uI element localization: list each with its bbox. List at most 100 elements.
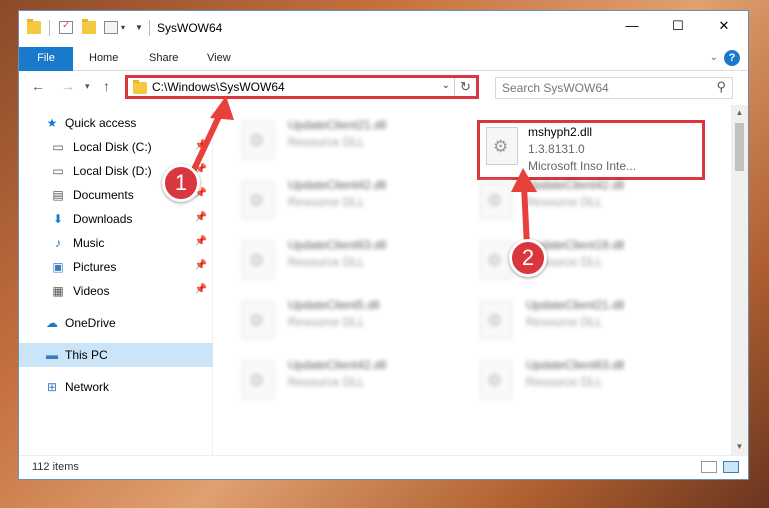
file-item[interactable]: UpdateClient5.dll Resource DLL bbox=[234, 293, 464, 349]
nav-item-downloads[interactable]: ⬇ Downloads 📌 bbox=[19, 207, 213, 231]
properties-icon[interactable] bbox=[59, 20, 73, 34]
back-arrow-icon[interactable]: ← bbox=[31, 78, 45, 94]
file-name: UpdateClient63.dll bbox=[526, 358, 625, 372]
pin-icon: 📌 bbox=[194, 140, 207, 151]
tab-view[interactable]: View bbox=[195, 47, 243, 71]
scroll-thumb[interactable] bbox=[735, 123, 744, 171]
quick-access-menu-icon[interactable] bbox=[104, 21, 118, 34]
file-name: UpdateClient42.dll bbox=[288, 178, 387, 192]
nav-item-label: Pictures bbox=[73, 260, 117, 274]
file-list: UpdateClient21.dll Resource DLL UpdateCl… bbox=[224, 105, 730, 455]
file-name: UpdateClient21.dll bbox=[526, 298, 625, 312]
minimize-button[interactable]: — bbox=[609, 11, 655, 41]
file-item[interactable]: UpdateClient21.dll Resource DLL bbox=[472, 293, 702, 349]
recent-locations-icon[interactable]: ▾ bbox=[85, 81, 90, 92]
nav-item-label: Music bbox=[73, 236, 105, 250]
file-type: Resource DLL bbox=[526, 195, 603, 209]
file-name: UpdateClient21.dll bbox=[288, 118, 387, 132]
nav-item-label: Network bbox=[65, 380, 110, 394]
nav-item-onedrive[interactable]: ☁ OneDrive bbox=[19, 311, 213, 335]
up-arrow-icon[interactable]: ↑ bbox=[103, 78, 110, 94]
customize-toolbar-icon[interactable]: ▼ bbox=[135, 23, 143, 32]
divider bbox=[49, 20, 50, 36]
nav-item-label: Documents bbox=[73, 188, 134, 202]
file-name: UpdateClient63.dll bbox=[288, 238, 387, 252]
drive-icon: ▭ bbox=[52, 164, 64, 178]
tab-file[interactable]: File bbox=[19, 47, 73, 71]
address-bar[interactable]: C:\Windows\SysWOW64 ⌄ ↻ bbox=[125, 75, 479, 99]
drive-icon: ▭ bbox=[52, 140, 64, 154]
file-item[interactable]: UpdateClient42.dll Resource DLL bbox=[234, 353, 464, 409]
forward-arrow-icon[interactable]: → bbox=[61, 78, 75, 94]
item-count: 112 items bbox=[32, 461, 79, 473]
tab-home[interactable]: Home bbox=[77, 47, 130, 71]
file-type: Resource DLL bbox=[288, 255, 365, 269]
file-item[interactable]: UpdateClient21.dll Resource DLL bbox=[234, 113, 464, 169]
vertical-scrollbar[interactable]: ▲ ▼ bbox=[731, 105, 748, 455]
step-badge-2: 2 bbox=[509, 239, 547, 277]
file-item[interactable]: UpdateClient63.dll Resource DLL bbox=[234, 233, 464, 289]
dll-file-icon bbox=[242, 121, 274, 159]
file-name: UpdateClient42.dll bbox=[288, 358, 387, 372]
tab-share[interactable]: Share bbox=[137, 47, 190, 71]
new-folder-icon[interactable] bbox=[82, 19, 96, 34]
step-badge-1: 1 bbox=[162, 164, 200, 202]
expand-ribbon-icon[interactable]: ⌄ bbox=[710, 52, 718, 63]
dll-file-icon bbox=[242, 241, 274, 279]
divider bbox=[149, 20, 150, 36]
dll-file-icon bbox=[242, 301, 274, 339]
highlight-box bbox=[477, 120, 705, 180]
file-item[interactable]: UpdateClient63.dll Resource DLL bbox=[472, 353, 702, 409]
file-item[interactable]: UpdateClient19.dll Resource DLL bbox=[472, 233, 702, 289]
search-input[interactable]: Search SysWOW64 ⚲ bbox=[495, 77, 733, 99]
videos-icon: ▦ bbox=[52, 284, 64, 298]
nav-item-label: OneDrive bbox=[65, 316, 116, 330]
close-button[interactable]: ✕ bbox=[701, 11, 747, 41]
file-type: Resource DLL bbox=[288, 315, 365, 329]
help-icon[interactable]: ? bbox=[724, 50, 740, 66]
details-view-icon[interactable] bbox=[701, 461, 717, 473]
file-type: Resource DLL bbox=[288, 375, 365, 389]
nav-item-label: This PC bbox=[65, 348, 108, 362]
nav-item-videos[interactable]: ▦ Videos 📌 bbox=[19, 279, 213, 303]
file-item[interactable]: UpdateClient42.dll Resource DLL bbox=[472, 173, 702, 229]
pin-icon: 📌 bbox=[194, 260, 207, 271]
star-icon: ★ bbox=[46, 116, 58, 130]
file-type: Resource DLL bbox=[288, 135, 365, 149]
nav-item-label: Downloads bbox=[73, 212, 133, 226]
title-bar: ▾ ▼ SysWOW64 — ☐ ✕ bbox=[19, 11, 748, 47]
navigation-pane: ★ Quick access ▭ Local Disk (C:) 📌 ▭ Loc… bbox=[19, 105, 213, 455]
dll-file-icon bbox=[242, 361, 274, 399]
file-name: UpdateClient5.dll bbox=[288, 298, 380, 312]
search-placeholder: Search SysWOW64 bbox=[502, 81, 609, 95]
refresh-icon[interactable]: ↻ bbox=[454, 78, 476, 96]
nav-item-local-disk-c[interactable]: ▭ Local Disk (C:) 📌 bbox=[19, 135, 213, 159]
caret-down-icon[interactable]: ▾ bbox=[121, 23, 125, 32]
nav-item-music[interactable]: ♪ Music 📌 bbox=[19, 231, 213, 255]
nav-item-label: Quick access bbox=[65, 116, 137, 130]
cloud-icon: ☁ bbox=[46, 316, 58, 330]
folder-icon bbox=[133, 80, 147, 94]
nav-item-pictures[interactable]: ▣ Pictures 📌 bbox=[19, 255, 213, 279]
file-item[interactable]: UpdateClient42.dll Resource DLL bbox=[234, 173, 464, 229]
maximize-button[interactable]: ☐ bbox=[655, 11, 701, 41]
dll-file-icon bbox=[480, 361, 512, 399]
folder-icon bbox=[27, 19, 41, 34]
download-icon: ⬇ bbox=[52, 212, 64, 226]
pin-icon: 📌 bbox=[194, 212, 207, 223]
file-type: Resource DLL bbox=[526, 375, 603, 389]
documents-icon: ▤ bbox=[52, 188, 64, 202]
address-path[interactable]: C:\Windows\SysWOW64 bbox=[152, 80, 285, 94]
nav-item-label: Videos bbox=[73, 284, 110, 298]
nav-item-network[interactable]: ⊞ Network bbox=[19, 375, 213, 399]
computer-icon: ▬ bbox=[46, 348, 58, 362]
dll-file-icon bbox=[480, 301, 512, 339]
nav-item-quick-access[interactable]: ★ Quick access bbox=[19, 111, 213, 135]
chevron-down-icon[interactable]: ⌄ bbox=[442, 80, 450, 91]
scroll-up-icon[interactable]: ▲ bbox=[731, 105, 748, 121]
nav-item-this-pc[interactable]: ▬ This PC bbox=[19, 343, 213, 367]
search-icon[interactable]: ⚲ bbox=[716, 79, 726, 95]
dll-file-icon bbox=[480, 181, 512, 219]
large-icons-view-icon[interactable] bbox=[723, 461, 739, 473]
scroll-down-icon[interactable]: ▼ bbox=[731, 439, 748, 455]
